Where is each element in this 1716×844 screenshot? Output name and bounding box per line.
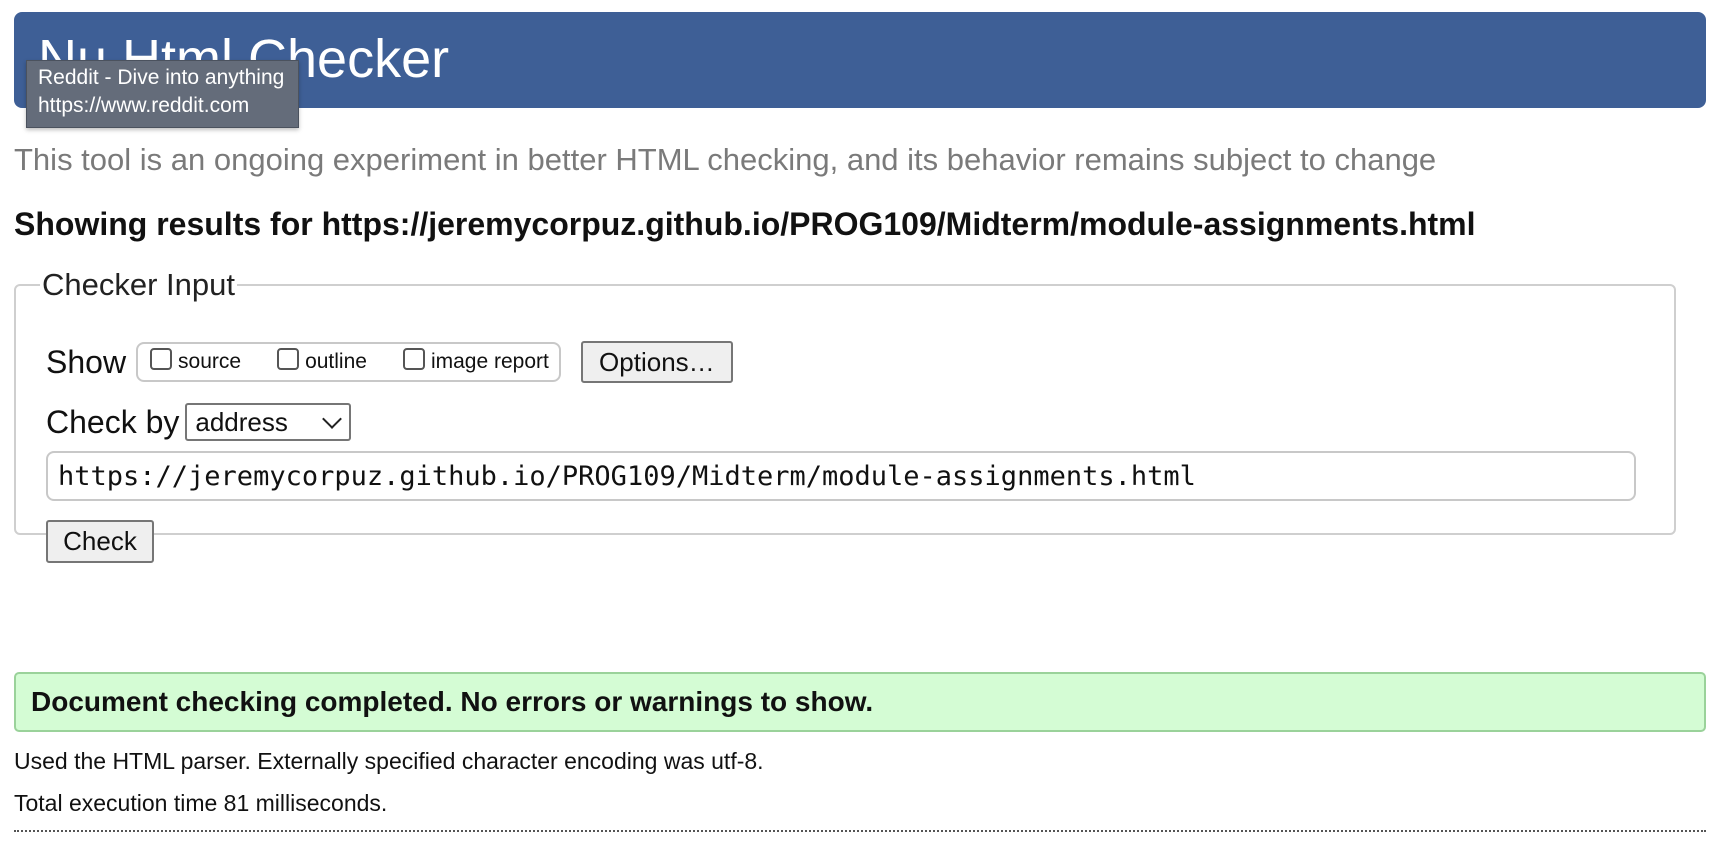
options-button[interactable]: Options… <box>580 341 733 383</box>
show-options-group: source outline image report <box>136 342 561 382</box>
dotted-divider <box>14 830 1706 832</box>
outline-checkbox-label: outline <box>305 350 367 373</box>
show-image-report-option[interactable]: image report <box>402 348 549 374</box>
parser-info: Used the HTML parser. Externally specifi… <box>14 748 764 774</box>
show-outline-option[interactable]: outline <box>277 348 367 374</box>
image-report-checkbox[interactable] <box>402 348 425 370</box>
tagline: This tool is an ongoing experiment in be… <box>14 142 1437 177</box>
url-input[interactable]: https://jeremycorpuz.github.io/PROG109/M… <box>46 451 1636 501</box>
show-source-option[interactable]: source <box>150 348 242 374</box>
show-label: Show <box>46 343 127 380</box>
check-by-selected-value: address <box>195 406 288 437</box>
tooltip-url: https://www.reddit.com <box>38 94 250 117</box>
check-by-row: Check by address <box>46 403 352 441</box>
chevron-down-icon <box>322 409 343 429</box>
check-by-label: Check by <box>46 403 180 440</box>
checker-input-fieldset: Checker Input Show source outline image … <box>14 267 1676 563</box>
url-input-value: https://jeremycorpuz.github.io/PROG109/M… <box>58 460 1196 492</box>
show-row: Show source outline image report Options… <box>46 341 733 383</box>
success-message: Document checking completed. No errors o… <box>14 672 1706 732</box>
check-by-select[interactable]: address <box>185 403 352 441</box>
checker-input-legend: Checker Input <box>42 267 235 302</box>
link-tooltip: Reddit - Dive into anything https://www.… <box>26 60 300 128</box>
source-checkbox-label: source <box>178 350 242 373</box>
results-heading: Showing results for https://jeremycorpuz… <box>14 206 1476 242</box>
page: Nu Html Checker Reddit - Dive into anyth… <box>0 0 1716 844</box>
source-checkbox[interactable] <box>150 348 173 370</box>
outline-checkbox[interactable] <box>277 348 300 370</box>
execution-time: Total execution time 81 milliseconds. <box>14 790 388 816</box>
image-report-checkbox-label: image report <box>430 350 549 373</box>
tooltip-title: Reddit - Dive into anything <box>38 66 285 89</box>
check-button[interactable]: Check <box>46 520 154 563</box>
